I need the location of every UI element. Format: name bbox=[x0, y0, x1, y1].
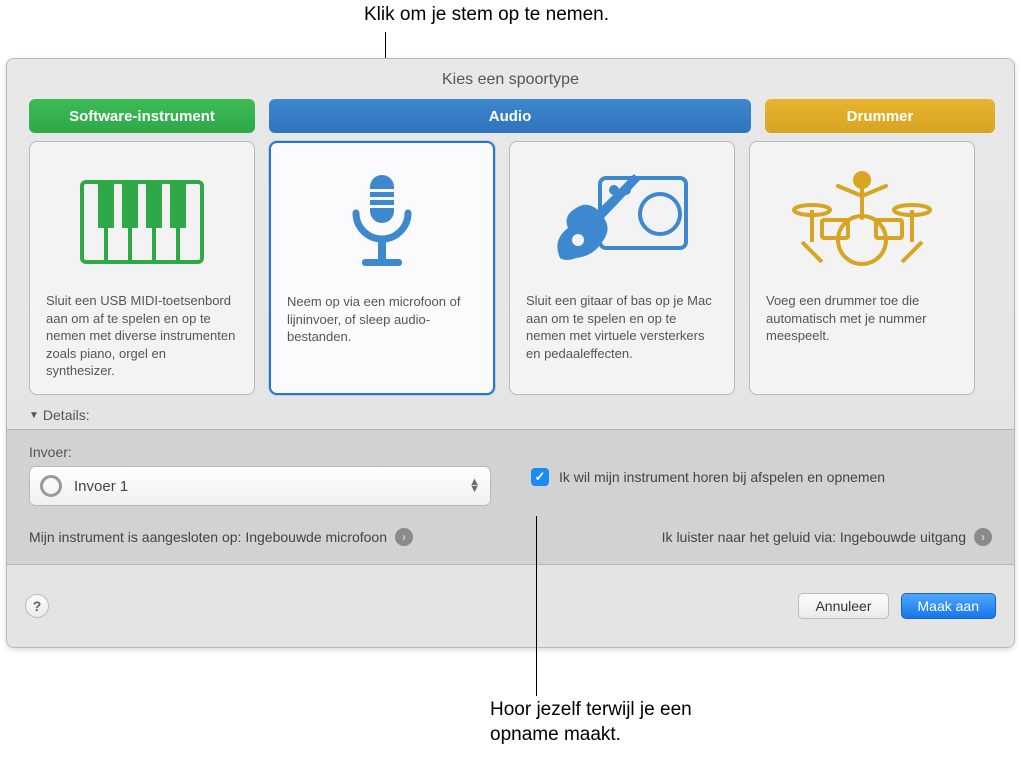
card-guitar-text: Sluit een gitaar of bas op je Mac aan om… bbox=[526, 292, 718, 362]
card-software-text: Sluit een USB MIDI-toetsenbord aan om af… bbox=[46, 292, 238, 380]
card-drummer-text: Voeg een drummer toe die automatisch met… bbox=[766, 292, 958, 345]
monitor-checkbox[interactable]: ✓ bbox=[531, 468, 549, 486]
tab-software-instrument[interactable]: Software-instrument bbox=[29, 99, 255, 133]
input-field-label: Invoer: bbox=[29, 444, 491, 460]
monitor-checkbox-label: Ik wil mijn instrument horen bij afspele… bbox=[559, 469, 885, 485]
listening-output-text: Ik luister naar het geluid via: Ingebouw… bbox=[662, 529, 966, 545]
annotation-bottom: Hoor jezelf terwijl je een opname maakt. bbox=[490, 698, 750, 747]
create-button[interactable]: Maak aan bbox=[901, 593, 996, 619]
instrument-connected-link[interactable]: Mijn instrument is aangesloten op: Ingeb… bbox=[29, 528, 413, 546]
callout-line-bottom bbox=[536, 516, 537, 696]
cancel-button[interactable]: Annuleer bbox=[798, 593, 888, 619]
listening-output-link[interactable]: Ik luister naar het geluid via: Ingebouw… bbox=[662, 528, 992, 546]
cards-row: Sluit een USB MIDI-toetsenbord aan om af… bbox=[7, 133, 1014, 395]
drummer-icon bbox=[782, 162, 942, 282]
dropdown-caret-icon: ▲▼ bbox=[469, 479, 480, 493]
microphone-icon bbox=[302, 163, 462, 283]
tab-drummer[interactable]: Drummer bbox=[765, 99, 995, 133]
help-button[interactable]: ? bbox=[25, 594, 49, 618]
footer: ? Annuleer Maak aan bbox=[7, 565, 1014, 647]
instrument-connected-text: Mijn instrument is aangesloten op: Ingeb… bbox=[29, 529, 387, 545]
keyboard-icon bbox=[62, 162, 222, 282]
input-dropdown-value: Invoer 1 bbox=[74, 478, 128, 495]
card-mic-text: Neem op via een microfoon of lijninvoer,… bbox=[287, 293, 477, 346]
card-software-instrument[interactable]: Sluit een USB MIDI-toetsenbord aan om af… bbox=[29, 141, 255, 395]
card-audio-guitar[interactable]: Sluit een gitaar of bas op je Mac aan om… bbox=[509, 141, 735, 395]
card-drummer[interactable]: Voeg een drummer toe die automatisch met… bbox=[749, 141, 975, 395]
card-audio-mic[interactable]: Neem op via een microfoon of lijninvoer,… bbox=[269, 141, 495, 395]
details-toggle[interactable]: ▼ Details: bbox=[7, 395, 1014, 429]
details-toggle-label: Details: bbox=[43, 407, 90, 423]
disclosure-triangle-icon: ▼ bbox=[29, 410, 39, 421]
tabs-row: Software-instrument Audio Drummer bbox=[7, 99, 1014, 133]
details-body: Invoer: Invoer 1 ▲▼ ✓ Ik wil mijn instru… bbox=[7, 429, 1014, 565]
chevron-right-icon: › bbox=[395, 528, 413, 546]
annotation-top: Klik om je stem op te nemen. bbox=[364, 4, 609, 26]
panel-title: Kies een spoortype bbox=[7, 59, 1014, 99]
track-type-panel: Kies een spoortype Software-instrument A… bbox=[6, 58, 1015, 648]
input-dropdown[interactable]: Invoer 1 ▲▼ bbox=[29, 466, 491, 506]
tab-audio[interactable]: Audio bbox=[269, 99, 751, 133]
input-channel-icon bbox=[40, 475, 62, 497]
chevron-right-icon: › bbox=[974, 528, 992, 546]
guitar-amp-icon bbox=[542, 162, 702, 282]
